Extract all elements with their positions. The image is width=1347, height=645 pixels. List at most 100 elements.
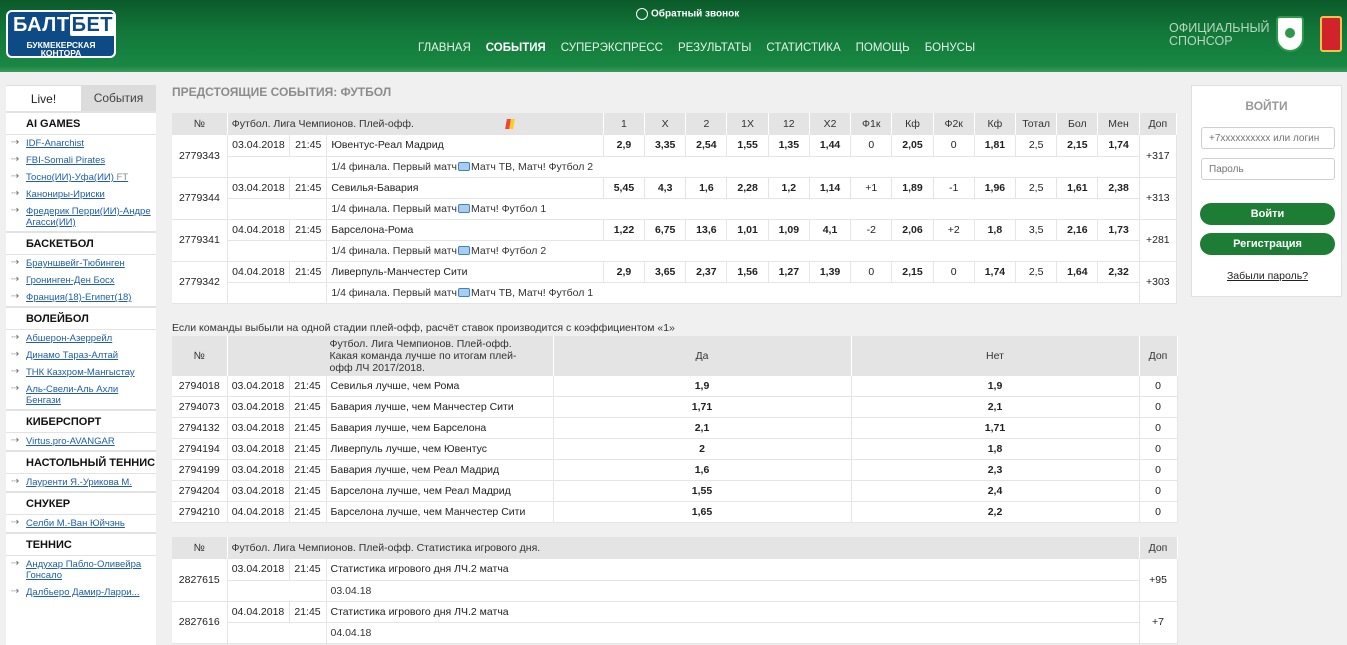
- event-name[interactable]: Севилья-Бавария: [326, 177, 604, 199]
- odds-cell[interactable]: 4,3: [644, 177, 687, 199]
- login-button[interactable]: Войти: [1200, 203, 1335, 225]
- col-odds-header[interactable]: Кф: [974, 113, 1017, 135]
- odds-yes[interactable]: 2: [553, 438, 852, 460]
- odds-cell[interactable]: 2,9: [603, 261, 646, 283]
- register-button[interactable]: Регистрация: [1200, 233, 1335, 255]
- live-event-link[interactable]: Фредерик Перри(ИИ)-Андре Агасси(ИИ): [6, 203, 156, 231]
- live-event-link[interactable]: IDF-Anarchist: [6, 135, 156, 152]
- odds-yes[interactable]: 1,9: [553, 375, 852, 397]
- odds-no[interactable]: 2,1: [851, 396, 1140, 418]
- odds-no[interactable]: 2,4: [851, 480, 1140, 502]
- odds-cell[interactable]: 2,28: [726, 177, 769, 199]
- odds-cell[interactable]: 2,54: [685, 135, 728, 157]
- tab-events[interactable]: События: [81, 85, 156, 111]
- live-event-link[interactable]: Андухар Пабло-Оливейра Гонсало: [6, 556, 156, 584]
- odds-cell[interactable]: 6,75: [644, 219, 687, 241]
- live-event-link[interactable]: Абшерон-Азеррейл: [6, 330, 156, 347]
- nav-item[interactable]: БОНУСЫ: [925, 40, 975, 56]
- odds-cell[interactable]: 2,15: [1056, 135, 1099, 157]
- odds-cell[interactable]: 1,96: [974, 177, 1017, 199]
- odds-cell[interactable]: -2: [850, 219, 893, 241]
- live-event-link[interactable]: ТНК Казхром-Мангыстау: [6, 364, 156, 381]
- odds-cell[interactable]: 1,81: [974, 135, 1017, 157]
- nav-item[interactable]: СТАТИСТИКА: [766, 40, 840, 56]
- odds-cell[interactable]: 1,14: [809, 177, 852, 199]
- odds-no[interactable]: 2,2: [851, 501, 1140, 523]
- sport-title[interactable]: AI GAMES: [6, 111, 156, 135]
- odds-cell[interactable]: 2,37: [685, 261, 728, 283]
- odds-yes[interactable]: 1,6: [553, 459, 852, 481]
- more-markets-link[interactable]: +303: [1139, 261, 1178, 304]
- event-name[interactable]: Барселона-Рома: [326, 219, 604, 241]
- odds-cell[interactable]: 1,74: [974, 261, 1017, 283]
- odds-cell[interactable]: 1,73: [1097, 219, 1140, 241]
- col-odds-header[interactable]: Бол: [1056, 113, 1099, 135]
- odds-cell[interactable]: 1,27: [768, 261, 810, 283]
- odds-cell[interactable]: 1,8: [974, 219, 1017, 241]
- odds-no[interactable]: 1,9: [851, 375, 1140, 397]
- odds-no[interactable]: 1,71: [851, 417, 1140, 439]
- nav-item[interactable]: СУПЕРЭКСПРЕСС: [561, 40, 663, 56]
- odds-no[interactable]: 1,8: [851, 438, 1140, 460]
- odds-yes[interactable]: 1,71: [553, 396, 852, 418]
- live-event-link[interactable]: Франция(18)-Египет(18): [6, 289, 156, 306]
- odds-cell[interactable]: 2,5: [1015, 261, 1058, 283]
- col-odds-header[interactable]: 2: [685, 113, 728, 135]
- live-event-link[interactable]: Тосно(ИИ)-Уфа(ИИ) FT: [6, 169, 156, 186]
- odds-cell[interactable]: 2,5: [1015, 177, 1058, 199]
- col-odds-header[interactable]: Ф1к: [850, 113, 893, 135]
- live-event-link[interactable]: Селби М.-Ван Юйчэнь: [6, 515, 156, 532]
- live-event-link[interactable]: Брауншвейг-Тюбинген: [6, 255, 156, 272]
- event-name[interactable]: Ювентус-Реал Мадрид: [326, 135, 604, 157]
- sport-title[interactable]: НАСТОЛЬНЫЙ ТЕННИС: [6, 450, 156, 474]
- live-event-link[interactable]: Лауренти Я.-Урикова М.: [6, 474, 156, 491]
- odds-cell[interactable]: +2: [933, 219, 975, 241]
- odds-cell[interactable]: 1,55: [726, 135, 769, 157]
- odds-cell[interactable]: 1,89: [891, 177, 934, 199]
- odds-cell[interactable]: 1,22: [603, 219, 646, 241]
- odds-cell[interactable]: +1: [850, 177, 893, 199]
- odds-cell[interactable]: 2,9: [603, 135, 646, 157]
- nav-item[interactable]: РЕЗУЛЬТАТЫ: [678, 40, 751, 56]
- col-odds-header[interactable]: Мен: [1097, 113, 1140, 135]
- odds-yes[interactable]: 1,55: [553, 480, 852, 502]
- col-odds-header[interactable]: X: [644, 113, 687, 135]
- live-event-link[interactable]: Гронинген-Ден Босх: [6, 272, 156, 289]
- odds-cell[interactable]: 1,61: [1056, 177, 1099, 199]
- live-event-link[interactable]: Аль-Свели-Аль Ахли Бенгази: [6, 381, 156, 409]
- odds-cell[interactable]: 0: [933, 135, 975, 157]
- odds-yes[interactable]: 2,1: [553, 417, 852, 439]
- odds-cell[interactable]: 2,38: [1097, 177, 1140, 199]
- odds-cell[interactable]: 1,35: [768, 135, 810, 157]
- ufa-club-logo[interactable]: [1320, 16, 1342, 52]
- odds-cell[interactable]: 1,01: [726, 219, 769, 241]
- sport-title[interactable]: ВОЛЕЙБОЛ: [6, 306, 156, 330]
- event-name[interactable]: Статистика игрового дня ЛЧ.2 матча: [326, 601, 1140, 623]
- odds-cell[interactable]: 0: [850, 261, 893, 283]
- more-markets-link[interactable]: +7: [1139, 601, 1178, 644]
- odds-yes[interactable]: 1,65: [553, 501, 852, 523]
- nav-item[interactable]: ГЛАВНАЯ: [418, 40, 471, 56]
- odds-cell[interactable]: 4,1: [809, 219, 852, 241]
- odds-cell[interactable]: 1,6: [685, 177, 728, 199]
- odds-cell[interactable]: 13,6: [685, 219, 728, 241]
- col-odds-header[interactable]: Кф: [891, 113, 934, 135]
- live-event-link[interactable]: FBI-Somali Pirates: [6, 152, 156, 169]
- password-input[interactable]: [1201, 158, 1335, 180]
- callback-link[interactable]: Обратный звонок: [636, 8, 739, 20]
- col-odds-header[interactable]: 12: [768, 113, 810, 135]
- odds-cell[interactable]: 0: [850, 135, 893, 157]
- event-name[interactable]: Ливерпуль-Манчестер Сити: [326, 261, 604, 283]
- login-input[interactable]: [1201, 127, 1335, 149]
- more-markets-link[interactable]: +317: [1139, 135, 1178, 178]
- more-markets-link[interactable]: +281: [1139, 219, 1178, 262]
- col-odds-header[interactable]: X2: [809, 113, 852, 135]
- forgot-password-link[interactable]: Забыли пароль?: [1192, 270, 1343, 282]
- live-event-link[interactable]: Virtus.pro-AVANGAR: [6, 433, 156, 450]
- odds-cell[interactable]: -1: [933, 177, 975, 199]
- tab-live[interactable]: Live!: [6, 85, 81, 111]
- live-event-link[interactable]: Далбьеро Дамир-Ларри...: [6, 584, 156, 601]
- event-name[interactable]: Статистика игрового дня ЛЧ.2 матча: [326, 559, 1140, 581]
- col-odds-header[interactable]: Тотал: [1015, 113, 1058, 135]
- col-odds-header[interactable]: Доп: [1139, 113, 1178, 135]
